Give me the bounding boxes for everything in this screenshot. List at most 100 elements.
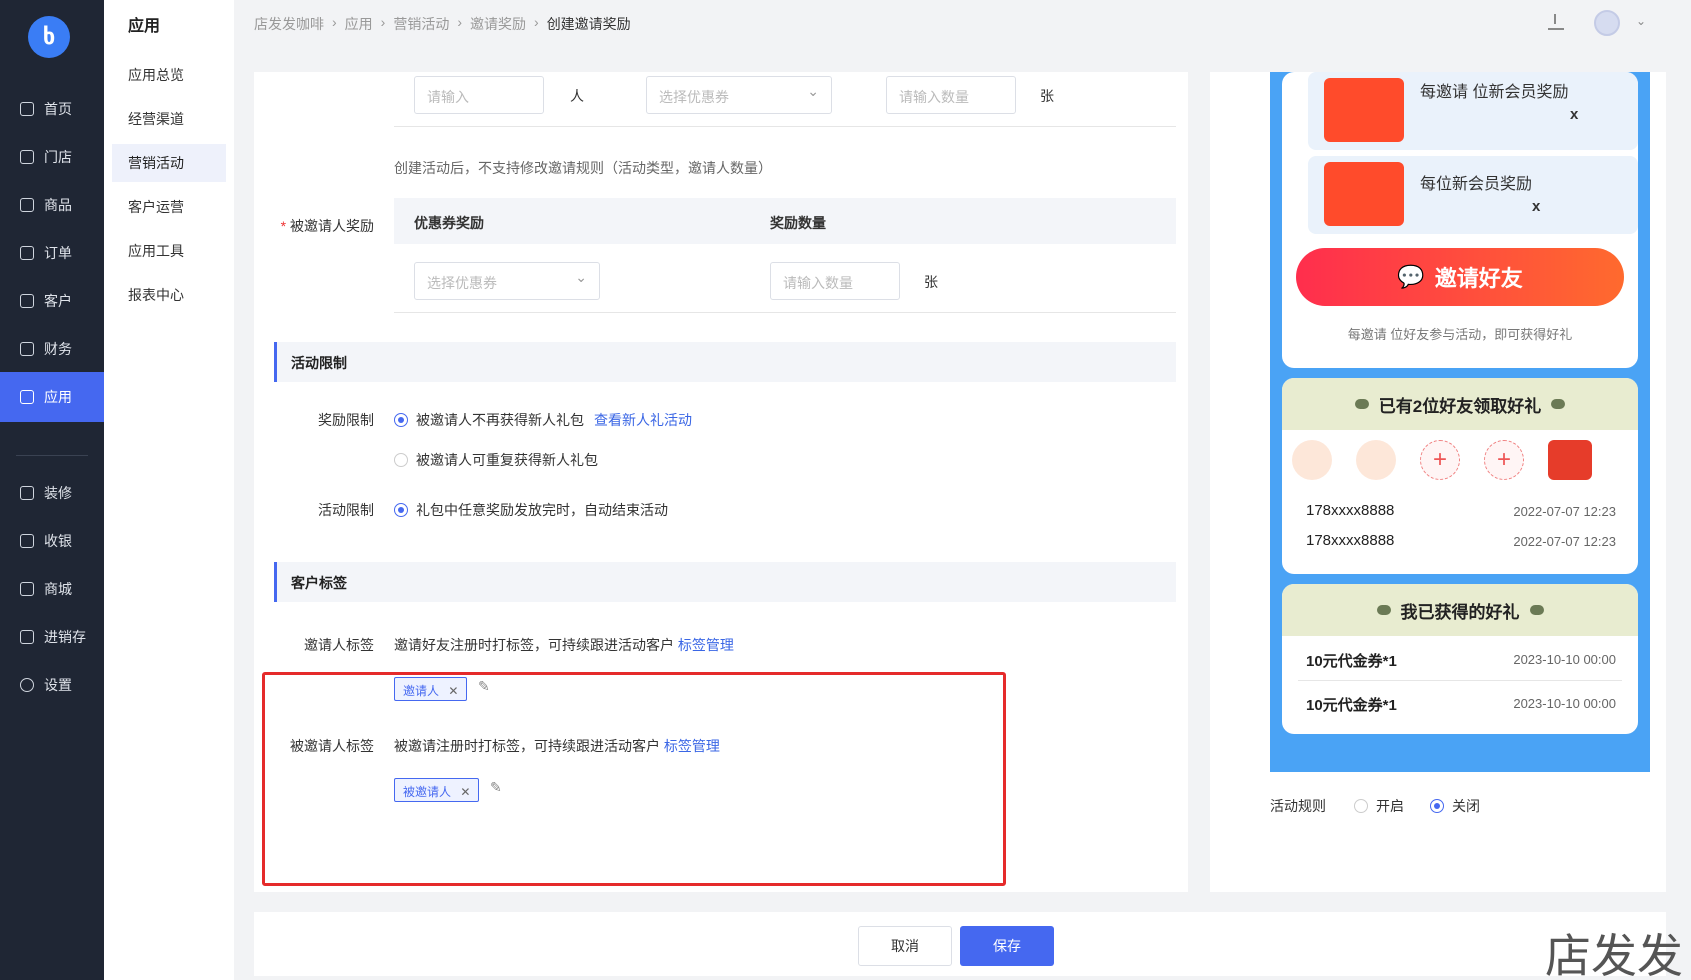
inviter-tag: 邀请人 ✕ <box>394 677 468 701</box>
avatar[interactable] <box>1594 10 1620 36</box>
close-icon[interactable]: ✕ <box>460 785 470 799</box>
rule-note: 创建活动后，不支持修改邀请规则（活动类型，邀请人数量） <box>394 160 772 176</box>
coupon-text: 每位新会员奖励 <box>1420 176 1533 193</box>
download-icon[interactable] <box>1548 14 1564 30</box>
preview-panel: 每邀请 位新会员奖励 x 每位新会员奖励 x 💬 邀请好友 每邀请 位好友参与活动… <box>1210 72 1666 892</box>
sub-item-overview[interactable]: 应用总览 <box>112 56 226 94</box>
sub-menu: 应用 应用总览 经营渠道 营销活动 客户运营 应用工具 报表中心 <box>104 0 234 980</box>
inviter-count-input[interactable]: 请输入 <box>414 76 544 114</box>
nav-mall[interactable]: 商城 <box>0 564 104 614</box>
reward-limit-option-1[interactable]: 被邀请人不再获得新人礼包 <box>416 410 584 430</box>
nav-orders[interactable]: 订单 <box>0 228 104 278</box>
sub-item-marketing[interactable]: 营销活动 <box>112 144 226 182</box>
rule-off-label[interactable]: 关闭 <box>1452 796 1480 816</box>
rule-off-radio[interactable] <box>1430 799 1444 813</box>
cashier-icon <box>20 534 34 548</box>
new-gift-link[interactable]: 查看新人礼活动 <box>594 410 692 430</box>
nav-goods[interactable]: 商品 <box>0 180 104 230</box>
sub-item-channels[interactable]: 经营渠道 <box>112 100 226 138</box>
sub-menu-title: 应用 <box>128 18 161 35</box>
breadcrumb: 店发发咖啡 › 应用 › 营销活动 › 邀请奖励 › 创建邀请奖励 <box>254 14 631 34</box>
form-panel: 请输入 人 选择优惠券 请输入数量 张 创建活动后，不支持修改邀请规则（活动类型… <box>254 72 1188 892</box>
invitee-tag-manage-link[interactable]: 标签管理 <box>664 738 720 754</box>
nav-decor[interactable]: 装修 <box>0 468 104 518</box>
invitee-quantity-input[interactable]: 请输入数量 <box>770 262 900 300</box>
section-activity-limit: 活动限制 <box>274 342 1176 382</box>
coupon-card: 每邀请 位新会员奖励 x <box>1308 72 1638 150</box>
save-button[interactable]: 保存 <box>960 926 1054 966</box>
chevron-down-icon[interactable]: ⌄ <box>1636 14 1646 28</box>
breadcrumb-current: 创建邀请奖励 <box>546 16 631 32</box>
plus-icon: + <box>1420 440 1460 480</box>
breadcrumb-item[interactable]: 营销活动 <box>393 14 449 34</box>
activity-limit-radio[interactable] <box>394 503 408 517</box>
nav-divider <box>16 455 88 456</box>
reward-limit-option-2[interactable]: 被邀请人可重复获得新人礼包 <box>416 450 598 470</box>
invitee-coupon-select[interactable]: 选择优惠券 <box>414 262 600 300</box>
footer-bar: 取消 保存 <box>254 912 1666 976</box>
friend-row: 178xxxx8888 <box>1306 532 1395 549</box>
close-icon[interactable]: ✕ <box>448 684 458 698</box>
divider <box>394 126 1176 127</box>
coupon-card: 每位新会员奖励 x <box>1308 156 1638 234</box>
inviter-tag-desc: 邀请好友注册时打标签，可持续跟进活动客户 标签管理 <box>394 637 734 653</box>
friend-avatar <box>1356 440 1396 480</box>
rule-on-label[interactable]: 开启 <box>1376 796 1404 816</box>
sub-item-reports[interactable]: 报表中心 <box>112 276 226 314</box>
reward-limit-label: 奖励限制 <box>318 412 374 428</box>
mall-icon <box>20 582 34 596</box>
nav-cashier[interactable]: 收银 <box>0 516 104 566</box>
nav-customers[interactable]: 客户 <box>0 276 104 326</box>
friend-time: 2022-07-07 12:23 <box>1513 534 1616 549</box>
highlight-box <box>262 672 1006 886</box>
coupon-image <box>1324 78 1404 142</box>
reward-table-header: 优惠券奖励 奖励数量 <box>394 198 1176 244</box>
gift-row: 10元代金券*1 <box>1306 697 1397 714</box>
nav-apps[interactable]: 应用 <box>0 372 104 422</box>
plus-icon: + <box>1484 440 1524 480</box>
nav-store[interactable]: 门店 <box>0 132 104 182</box>
edit-icon[interactable]: ✎ <box>478 678 490 695</box>
store-icon <box>20 150 34 164</box>
invitee-reward-label: * 被邀请人奖励 <box>280 218 374 234</box>
gear-icon <box>20 678 34 692</box>
breadcrumb-item[interactable]: 店发发咖啡 <box>254 14 324 34</box>
logo[interactable]: ხ <box>28 16 70 58</box>
sub-item-operations[interactable]: 客户运营 <box>112 188 226 226</box>
reward-limit-radio-2[interactable] <box>394 453 408 467</box>
invitee-tag-desc: 被邀请注册时打标签，可持续跟进活动客户 标签管理 <box>394 738 720 754</box>
sub-item-tools[interactable]: 应用工具 <box>112 232 226 270</box>
coupon-text: 每邀请 位新会员奖励 <box>1420 84 1569 101</box>
invite-friend-button[interactable]: 💬 邀请好友 <box>1296 248 1624 306</box>
edit-icon[interactable]: ✎ <box>490 779 502 796</box>
quantity-input[interactable]: 请输入数量 <box>886 76 1016 114</box>
unit-label: 张 <box>1040 88 1054 104</box>
breadcrumb-item[interactable]: 邀请奖励 <box>470 14 526 34</box>
activity-limit-option[interactable]: 礼包中任意奖励发放完时，自动结束活动 <box>416 500 668 520</box>
top-bar: 店发发咖啡 › 应用 › 营销活动 › 邀请奖励 › 创建邀请奖励 ⌄ <box>234 0 1691 44</box>
wallet-icon <box>20 342 34 356</box>
cancel-button[interactable]: 取消 <box>858 926 952 966</box>
watermark: 店发发 <box>1545 929 1683 980</box>
inviter-tag-manage-link[interactable]: 标签管理 <box>678 637 734 653</box>
unit-label: 人 <box>570 88 584 104</box>
reward-limit-radio-1[interactable] <box>394 413 408 427</box>
layers-icon <box>20 486 34 500</box>
invitee-tag: 被邀请人 ✕ <box>394 778 480 802</box>
friend-avatar <box>1292 440 1332 480</box>
friend-row: 178xxxx8888 <box>1306 502 1395 519</box>
nav-home[interactable]: 首页 <box>0 84 104 134</box>
nav-settings[interactable]: 设置 <box>0 660 104 710</box>
nav-finance[interactable]: 财务 <box>0 324 104 374</box>
gifts-title: 我已获得的好礼 <box>1282 584 1638 636</box>
rule-on-radio[interactable] <box>1354 799 1368 813</box>
nav-inventory[interactable]: 进销存 <box>0 612 104 662</box>
grid-icon <box>20 390 34 404</box>
rule-label: 活动规则 <box>1270 798 1326 814</box>
friends-title: 已有2位好友领取好礼 <box>1282 378 1638 430</box>
invite-hint: 每邀请 位好友参与活动，即可获得好礼 <box>1347 327 1573 342</box>
breadcrumb-item[interactable]: 应用 <box>345 14 373 34</box>
treasure-chest-icon <box>1548 440 1592 480</box>
coupon-select[interactable]: 选择优惠券 <box>646 76 832 114</box>
order-icon <box>20 246 34 260</box>
